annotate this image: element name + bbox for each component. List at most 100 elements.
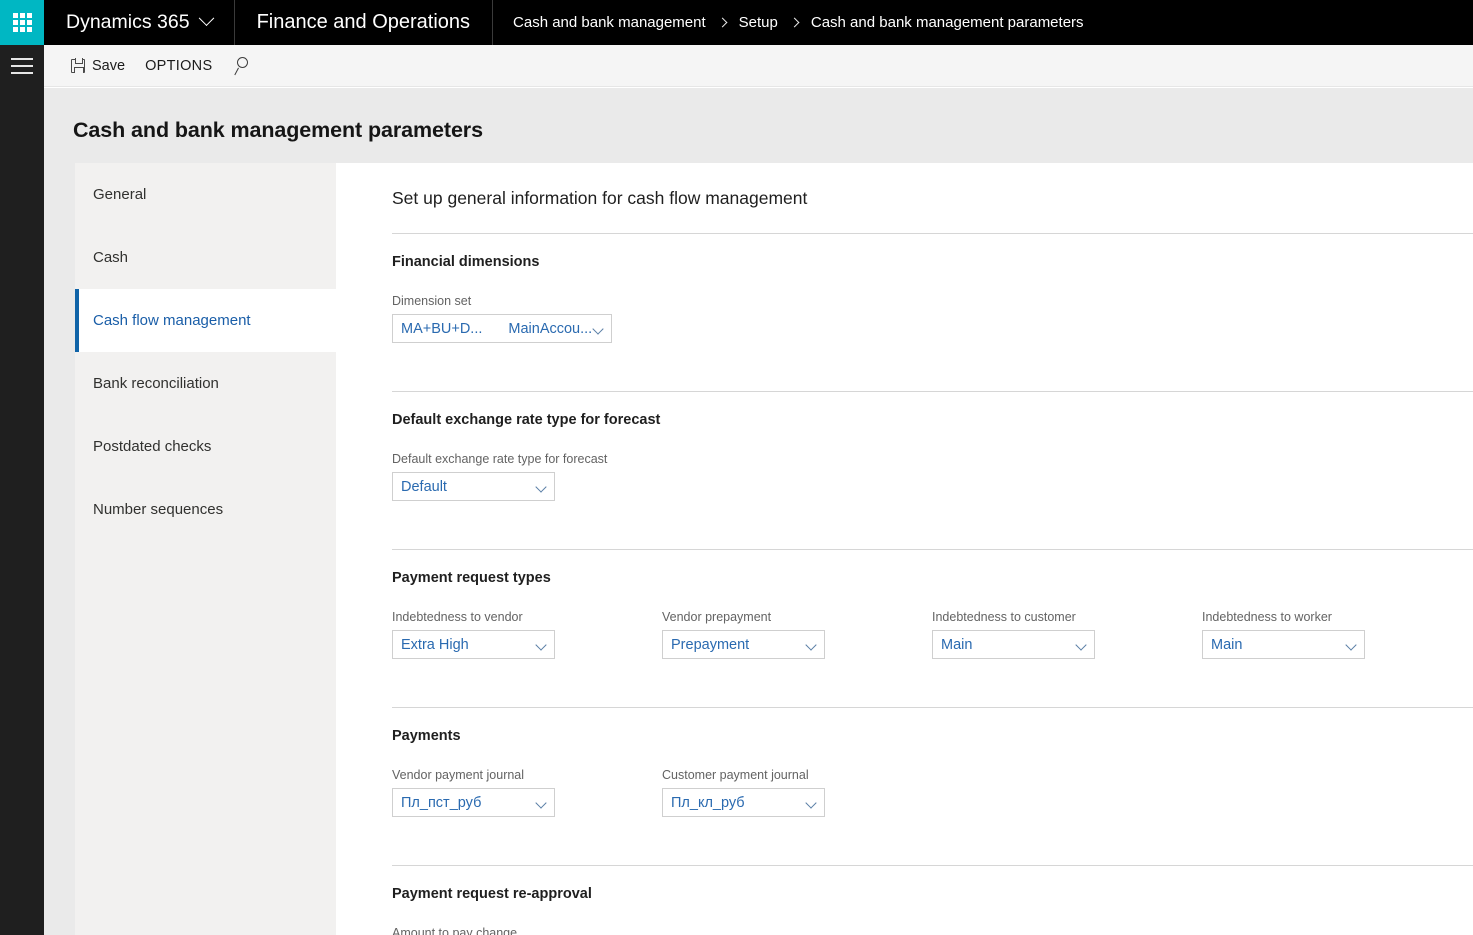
section-divider (392, 549, 1473, 550)
chevron-right-icon (789, 17, 800, 28)
field-customer-payment-journal: Customer payment journal Пл_кл_руб (662, 768, 932, 817)
combobox[interactable]: MA+BU+D... MainAccou... (392, 314, 612, 343)
chevron-down-icon (198, 10, 214, 27)
combobox[interactable]: Main (1202, 630, 1365, 659)
chevron-down-icon[interactable] (805, 639, 817, 651)
combobox[interactable]: Prepayment (662, 630, 825, 659)
breadcrumb-item-setup[interactable]: Setup (739, 14, 778, 31)
options-button[interactable]: OPTIONS (135, 51, 222, 81)
field-label: Amount to pay change (392, 926, 518, 935)
field-label: Indebtedness to worker (1202, 610, 1332, 624)
section: Default exchange rate type for forecast D… (336, 412, 1473, 525)
form-tab-list: General Cash Cash flow management Bank reco… (75, 163, 343, 935)
sidebar-item-number-sequences[interactable]: Number sequences (75, 478, 336, 541)
field-indebtedness-to-vendor: Indebtedness to vendor Extra High (392, 610, 662, 659)
chevron-down-icon[interactable] (592, 323, 604, 335)
chevron-down-icon[interactable] (535, 481, 547, 493)
chevron-down-icon[interactable] (535, 797, 547, 809)
field-row: Vendor payment journal Пл_пст_руб Customer… (392, 768, 1473, 841)
chevron-down-icon[interactable] (1075, 639, 1087, 651)
breadcrumb-item-current[interactable]: Cash and bank management parameters (811, 14, 1084, 31)
chevron-down-icon[interactable] (535, 639, 547, 651)
combobox-value: Prepayment (671, 636, 750, 653)
page-body: Cash and bank management parameters Gene… (44, 88, 1473, 935)
product-name[interactable]: Finance and Operations (235, 0, 494, 45)
content-heading: Set up general information for cash flow… (392, 188, 808, 208)
section-divider (392, 707, 1473, 708)
chevron-down-icon[interactable] (1345, 639, 1357, 651)
save-button-label: Save (92, 57, 126, 74)
sidebar-item-bank-reconciliation[interactable]: Bank reconciliation (75, 352, 336, 415)
combobox[interactable]: Main (932, 630, 1095, 659)
combobox[interactable]: Extra High (392, 630, 555, 659)
section-title: Payment request re-approval (392, 886, 592, 902)
section-list: Financial dimensions Dimension set MA+BU+D… (336, 233, 1473, 935)
field-dimension-set: Dimension set MA+BU+D... MainAccou... (392, 294, 662, 343)
sidebar-item-label: Number sequences (93, 501, 224, 518)
combobox-value: Пл_кл_руб (671, 794, 745, 811)
sidebar-item-cash-flow-management[interactable]: Cash flow management (75, 289, 343, 352)
combobox-value: Main (1211, 636, 1243, 653)
sidebar-item-label: Cash (93, 249, 129, 266)
save-button[interactable]: Save (61, 51, 135, 81)
action-pane-toolbar: Save OPTIONS (44, 45, 1473, 87)
section-divider (392, 391, 1473, 392)
field-row: Indebtedness to vendor Extra High Vendor p… (392, 610, 1473, 683)
combobox-value-secondary: MainAccou... (508, 320, 593, 337)
chevron-down-icon[interactable] (805, 797, 817, 809)
waffle-grid (12, 13, 32, 32)
field-vendor-prepayment: Vendor prepayment Prepayment (662, 610, 932, 659)
field-indebtedness-to-worker: Indebtedness to worker Main (1202, 610, 1472, 659)
sidebar-item-general[interactable]: General (75, 163, 336, 226)
field-label: Vendor prepayment (662, 610, 772, 624)
breadcrumb-item-module[interactable]: Cash and bank management (513, 14, 706, 31)
field-label: Indebtedness to vendor (392, 610, 523, 624)
section-title: Payment request types (392, 570, 551, 586)
combobox[interactable]: Default (392, 472, 555, 501)
field-label: Dimension set (392, 294, 472, 308)
app-launcher-icon[interactable] (0, 0, 44, 45)
combobox-value: MA+BU+D... (401, 320, 483, 337)
combobox-value: Пл_пст_руб (401, 794, 482, 811)
section: Financial dimensions Dimension set MA+BU+D… (336, 254, 1473, 367)
sidebar-item-label: Postdated checks (93, 438, 212, 455)
brand-menu[interactable]: Dynamics 365 (44, 0, 235, 45)
field-amount-to-pay-change: Amount to pay changeNever (392, 926, 662, 935)
combobox[interactable]: Пл_пст_руб (392, 788, 555, 817)
combobox-value: Extra High (401, 636, 469, 653)
section: Payment request types Indebtedness to ven… (336, 570, 1473, 683)
field-row: Amount to pay changeNever (392, 926, 1473, 935)
save-floppy-icon (71, 58, 85, 73)
chevron-right-icon (717, 17, 728, 28)
left-navigation-rail (0, 45, 44, 935)
combobox-value: Default (401, 478, 447, 495)
search-icon[interactable] (234, 55, 256, 77)
field-label: Vendor payment journal (392, 768, 525, 782)
field-default-exchange-rate-type-for-forecast: Default exchange rate type for forecast D… (392, 452, 662, 501)
top-navigation-bar: Dynamics 365 Finance and Operations Cash… (0, 0, 1473, 45)
section-title: Default exchange rate type for forecast (392, 412, 661, 428)
field-row: Default exchange rate type for forecast D… (392, 452, 1473, 525)
field-indebtedness-to-customer: Indebtedness to customer Main (932, 610, 1202, 659)
breadcrumb: Cash and bank management Setup Cash and … (493, 0, 1104, 45)
page-title: Cash and bank management parameters (73, 118, 483, 142)
field-label: Default exchange rate type for forecast (392, 452, 608, 466)
brand-label: Dynamics 365 (66, 11, 190, 33)
section-divider (392, 233, 1473, 234)
sidebar-item-label: Cash flow management (93, 312, 251, 329)
sidebar-item-cash[interactable]: Cash (75, 226, 336, 289)
sidebar-item-label: Bank reconciliation (93, 375, 219, 392)
field-row: Dimension set MA+BU+D... MainAccou... (392, 294, 1473, 367)
combobox[interactable]: Пл_кл_руб (662, 788, 825, 817)
search-lens (237, 56, 249, 68)
section: Payment request re-approval Amount to pay… (336, 886, 1473, 935)
sidebar-item-label: General (93, 186, 147, 203)
field-label: Indebtedness to customer (932, 610, 1076, 624)
field-label: Customer payment journal (662, 768, 809, 782)
section-title: Payments (392, 728, 461, 744)
field-vendor-payment-journal: Vendor payment journal Пл_пст_руб (392, 768, 662, 817)
section-title: Financial dimensions (392, 254, 540, 270)
hamburger-menu-icon[interactable] (11, 58, 33, 74)
section: Payments Vendor payment journal Пл_пст_руб… (336, 728, 1473, 841)
sidebar-item-postdated-checks[interactable]: Postdated checks (75, 415, 336, 478)
